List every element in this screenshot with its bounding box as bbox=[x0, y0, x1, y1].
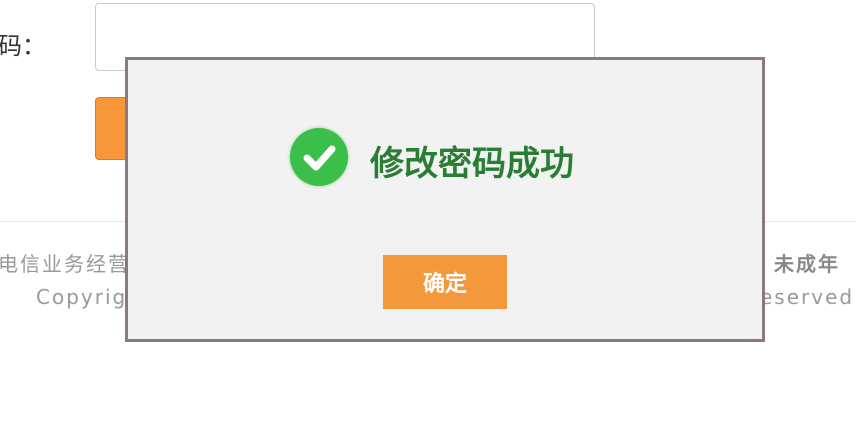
footer-license-text: 电信业务经营 bbox=[0, 252, 130, 276]
page: 码： 电信业务经营 未成年 Copyrig eserved 修改密码成功 确定 bbox=[0, 0, 856, 438]
password-label: 码： bbox=[0, 32, 46, 60]
footer-copyright-text: Copyrig bbox=[36, 285, 128, 309]
footer-rights-text: eserved bbox=[760, 285, 855, 309]
confirm-button[interactable]: 确定 bbox=[383, 255, 507, 309]
check-circle-icon bbox=[290, 128, 348, 186]
success-dialog: 修改密码成功 确定 bbox=[125, 57, 765, 342]
success-message: 修改密码成功 bbox=[370, 144, 574, 184]
footer-minor-notice: 未成年 bbox=[774, 252, 840, 276]
